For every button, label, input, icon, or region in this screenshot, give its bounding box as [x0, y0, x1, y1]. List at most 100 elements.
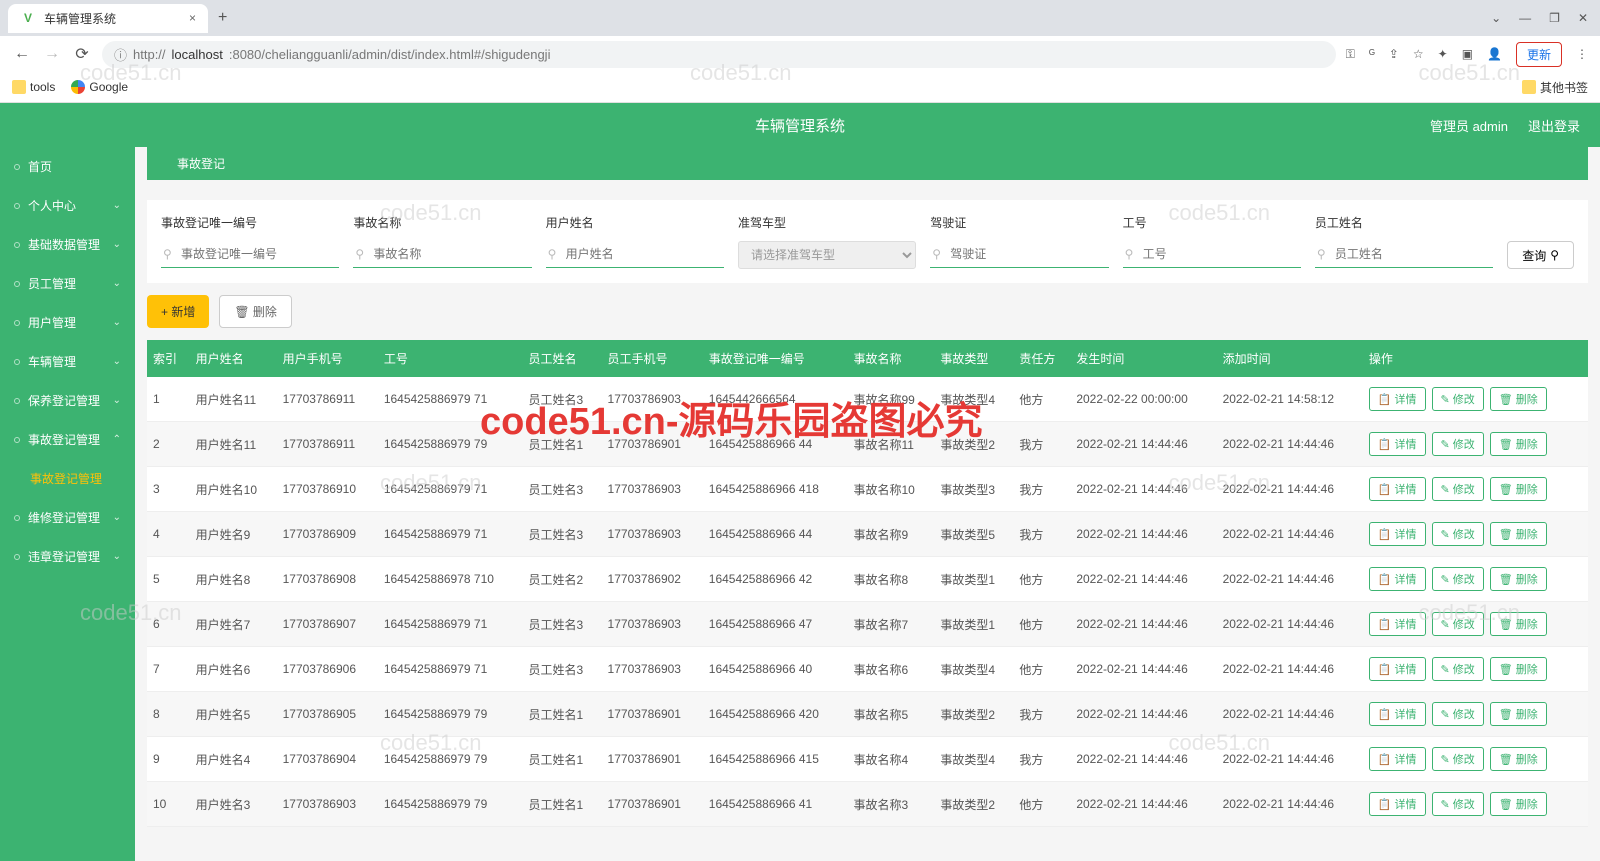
current-user[interactable]: 管理员 admin	[1430, 116, 1508, 135]
detail-button[interactable]: 📋 详情	[1369, 657, 1426, 681]
detail-button[interactable]: 📋 详情	[1369, 567, 1426, 591]
table-row: 2用户姓名11177037869111645425886979 79员工姓名11…	[147, 422, 1588, 467]
detail-icon: 📋	[1378, 663, 1392, 676]
input-1[interactable]	[353, 241, 531, 268]
edit-icon: ✎	[1441, 753, 1450, 766]
url-scheme: http://	[133, 47, 166, 62]
profile-icon[interactable]: 👤	[1487, 47, 1502, 61]
star-icon[interactable]: ☆	[1413, 47, 1424, 61]
table-cell: 他方	[1013, 647, 1070, 692]
detail-button[interactable]: 📋 详情	[1369, 477, 1426, 501]
browser-tab[interactable]: V 车辆管理系统 ×	[8, 4, 208, 33]
logout-link[interactable]: 退出登录	[1528, 116, 1580, 135]
input-5[interactable]	[1123, 241, 1301, 268]
edit-button[interactable]: ✎ 修改	[1432, 432, 1484, 456]
table-cell: 2022-02-21 14:44:46	[1217, 512, 1363, 557]
forward-icon[interactable]: →	[42, 45, 62, 63]
sidebar-item-1[interactable]: 个人中心⌄	[0, 186, 135, 225]
delete-button[interactable]: 🗑 删除	[1490, 522, 1547, 546]
add-button[interactable]: + 新增	[147, 295, 209, 328]
delete-button[interactable]: 🗑 删除	[1490, 387, 1547, 411]
translate-icon[interactable]: ᴳ	[1369, 47, 1375, 61]
close-window-icon[interactable]: ✕	[1578, 11, 1588, 25]
bookmark-tools[interactable]: tools	[12, 80, 55, 94]
key-icon[interactable]: ⚿	[1346, 47, 1355, 62]
query-button[interactable]: 查询 ⚲	[1507, 241, 1574, 269]
delete-button[interactable]: 🗑 删除	[1490, 657, 1547, 681]
detail-icon: 📋	[1378, 573, 1392, 586]
edit-button[interactable]: ✎ 修改	[1432, 702, 1484, 726]
sidebar-item-9[interactable]: 维修登记管理⌄	[0, 498, 135, 537]
delete-button[interactable]: 🗑 删除	[1490, 747, 1547, 771]
close-tab-icon[interactable]: ×	[189, 11, 196, 25]
detail-button[interactable]: 📋 详情	[1369, 792, 1426, 816]
input-0[interactable]	[161, 241, 339, 268]
delete-button[interactable]: 🗑 删除	[1490, 702, 1547, 726]
table-cell: 17703786905	[277, 692, 378, 737]
sidebar-item-5[interactable]: 车辆管理⌄	[0, 342, 135, 381]
sidebar-item-8[interactable]: 事故登记管理	[0, 459, 135, 498]
detail-button[interactable]: 📋 详情	[1369, 747, 1426, 771]
input-6[interactable]	[1315, 241, 1493, 268]
search-icon: ⚲	[1550, 248, 1559, 262]
sidebar-item-6[interactable]: 保养登记管理⌄	[0, 381, 135, 420]
delete-button[interactable]: 🗑 删除	[1490, 477, 1547, 501]
reload-icon[interactable]: ⟳	[72, 44, 92, 64]
update-button[interactable]: 更新	[1516, 42, 1562, 67]
detail-button[interactable]: 📋 详情	[1369, 432, 1426, 456]
sidebar-item-7[interactable]: 事故登记管理⌃	[0, 420, 135, 459]
panel-icon[interactable]: ▣	[1462, 47, 1473, 61]
detail-icon: 📋	[1378, 708, 1392, 721]
sidebar-item-0[interactable]: 首页	[0, 147, 135, 186]
table-cell: 事故类型4	[934, 647, 1013, 692]
table-cell: 1645425886966 44	[703, 512, 848, 557]
chevron-icon: ⌄	[113, 278, 121, 289]
delete-button[interactable]: 🗑 删除	[1490, 612, 1547, 636]
menu-icon[interactable]: ⋮	[1576, 47, 1588, 61]
edit-button[interactable]: ✎ 修改	[1432, 477, 1484, 501]
ops-cell: 📋 详情✎ 修改🗑 删除	[1363, 557, 1588, 602]
edit-button[interactable]: ✎ 修改	[1432, 612, 1484, 636]
edit-button[interactable]: ✎ 修改	[1432, 522, 1484, 546]
delete-icon: 🗑	[1499, 483, 1513, 496]
back-icon[interactable]: ←	[12, 45, 32, 63]
delete-icon: 🗑	[1499, 753, 1513, 766]
table-row: 5用户姓名8177037869081645425886978 710员工姓名21…	[147, 557, 1588, 602]
url-input[interactable]: ⓘ http://localhost:8080/cheliangguanli/a…	[102, 41, 1336, 68]
edit-button[interactable]: ✎ 修改	[1432, 792, 1484, 816]
table-cell: 17703786903	[602, 602, 703, 647]
bookmark-google[interactable]: Google	[71, 80, 128, 94]
edit-button[interactable]: ✎ 修改	[1432, 657, 1484, 681]
delete-button[interactable]: 🗑 删除	[1490, 567, 1547, 591]
share-icon[interactable]: ⇪	[1389, 47, 1399, 61]
table-cell: 9	[147, 737, 190, 782]
chevron-down-icon[interactable]: ⌄	[1491, 11, 1501, 25]
input-4[interactable]	[930, 241, 1108, 268]
sidebar-item-3[interactable]: 员工管理⌄	[0, 264, 135, 303]
sidebar-item-label: 违章登记管理	[28, 548, 100, 565]
edit-button[interactable]: ✎ 修改	[1432, 747, 1484, 771]
minimize-icon[interactable]: —	[1519, 11, 1531, 25]
table-cell: 1645425886979 71	[378, 467, 523, 512]
maximize-icon[interactable]: ❐	[1549, 11, 1560, 25]
detail-button[interactable]: 📋 详情	[1369, 522, 1426, 546]
delete-button[interactable]: 🗑 删除	[1490, 792, 1547, 816]
detail-button[interactable]: 📋 详情	[1369, 612, 1426, 636]
edit-button[interactable]: ✎ 修改	[1432, 387, 1484, 411]
sidebar-item-10[interactable]: 违章登记管理⌄	[0, 537, 135, 576]
table-cell: 1645425886966 47	[703, 602, 848, 647]
sidebar-item-2[interactable]: 基础数据管理⌄	[0, 225, 135, 264]
extension-icon[interactable]: ✦	[1438, 47, 1448, 61]
select-3[interactable]: 请选择准驾车型	[738, 241, 916, 269]
bookmark-other[interactable]: 其他书签	[1522, 79, 1588, 96]
detail-button[interactable]: 📋 详情	[1369, 702, 1426, 726]
input-2[interactable]	[546, 241, 724, 268]
delete-button[interactable]: 🗑 删除	[219, 295, 292, 328]
detail-button[interactable]: 📋 详情	[1369, 387, 1426, 411]
edit-button[interactable]: ✎ 修改	[1432, 567, 1484, 591]
column-header: 索引	[147, 340, 190, 377]
new-tab-button[interactable]: +	[208, 9, 237, 27]
sidebar-item-4[interactable]: 用户管理⌄	[0, 303, 135, 342]
delete-button[interactable]: 🗑 删除	[1490, 432, 1547, 456]
delete-icon: 🗑	[1499, 708, 1513, 721]
